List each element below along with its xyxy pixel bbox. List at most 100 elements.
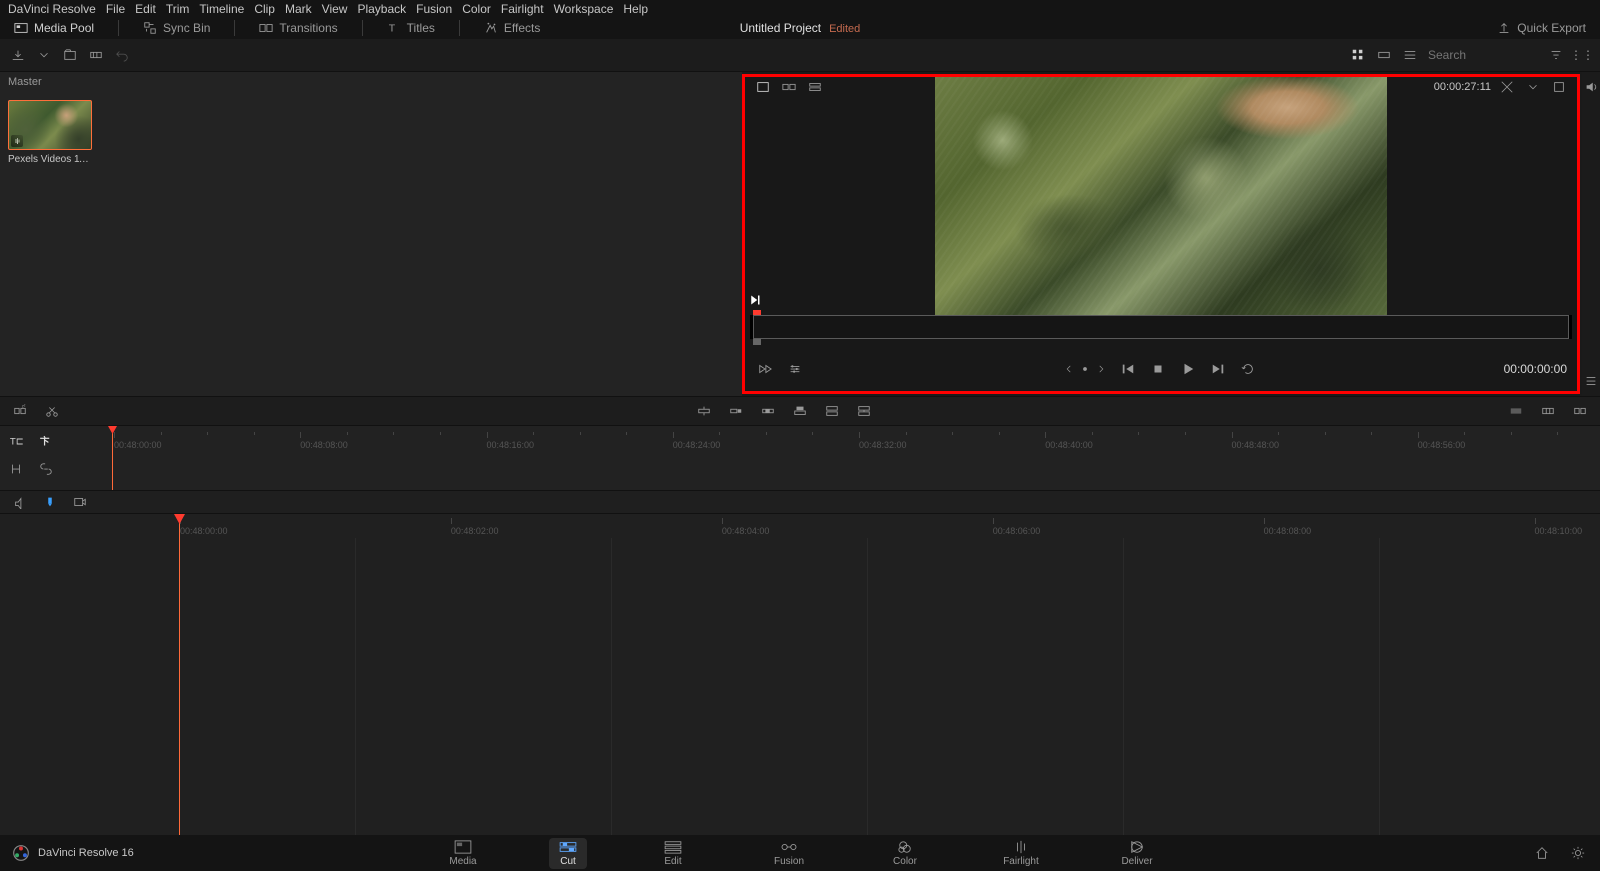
tools-settings-button[interactable] [785,360,805,378]
top-toolbar: Media Pool Sync Bin Transitions T Titles… [0,17,1600,39]
sync-bin-icon [143,21,157,35]
out-handle[interactable] [1569,315,1572,339]
timeline-options-button[interactable] [1581,372,1600,390]
menu-help[interactable]: Help [623,2,648,16]
play-button[interactable] [1178,360,1198,378]
clip-item[interactable]: Pexels Videos 116... [8,100,90,165]
menu-timeline[interactable]: Timeline [199,2,244,16]
home-button[interactable] [1532,844,1552,862]
titles-tab[interactable]: T Titles [381,19,441,37]
timeline[interactable]: 00:48:00:0000:48:02:0000:48:04:0000:48:0… [0,514,1600,866]
effects-tab[interactable]: Effects [478,19,546,37]
menu-fusion[interactable]: Fusion [416,2,452,16]
import-media-button[interactable] [8,46,28,64]
transitions-tab[interactable]: Transitions [253,19,343,37]
split-clip-button[interactable] [42,402,62,420]
jog-control[interactable] [1064,364,1106,374]
page-cut[interactable]: Cut [549,838,587,869]
snap-button[interactable] [6,460,26,478]
project-settings-button[interactable] [1568,844,1588,862]
viewer-canvas[interactable] [745,97,1577,311]
tl-tick: 00:48:08:00 [1264,518,1312,536]
menu-fairlight[interactable]: Fairlight [501,2,544,16]
go-end-button[interactable] [1208,360,1228,378]
clip-thumbnail[interactable] [8,100,92,150]
next-edit-icon[interactable] [749,294,761,309]
chevron-down-icon[interactable] [34,46,54,64]
video-only-button[interactable] [70,493,90,511]
page-media[interactable]: Media [433,840,493,867]
jog-left-icon[interactable] [1064,364,1074,374]
cut-transition-button[interactable] [1570,402,1590,420]
strip-view-button[interactable] [1374,46,1394,64]
audio-trim-toggle[interactable] [10,493,30,511]
viewer-chevron-down-icon[interactable] [1523,78,1543,96]
dissolve-button[interactable] [1506,402,1526,420]
expand-viewer-button[interactable] [1549,78,1569,96]
smooth-cut-button[interactable] [1538,402,1558,420]
page-edit[interactable]: Edit [643,840,703,867]
link-button[interactable] [36,460,56,478]
source-overwrite-button[interactable] [854,402,874,420]
stop-button[interactable] [1148,360,1168,378]
timeline-lock-button[interactable]: T⊏ [6,432,26,450]
go-start-button[interactable] [1118,360,1138,378]
scrub-playhead-out[interactable] [753,339,761,345]
edit-page-icon [664,840,682,854]
marker-button[interactable] [40,493,60,511]
fusion-page-icon [780,840,798,854]
menu-edit[interactable]: Edit [135,2,156,16]
thumbnail-view-button[interactable] [1348,46,1368,64]
page-deliver[interactable]: Deliver [1107,840,1167,867]
svg-text:T⊏: T⊏ [10,437,23,448]
timeline-free-button[interactable]: 卞 [36,432,56,450]
tl-tick: 00:48:06:00 [993,518,1041,536]
menu-bar[interactable]: DaVinci Resolve File Edit Trim Timeline Clip M… [0,0,1600,17]
boring-detector-button[interactable]: z² [10,402,30,420]
loop-button[interactable] [1238,360,1258,378]
search-input[interactable] [1426,47,1540,63]
close-up-button[interactable] [790,402,810,420]
menu-workspace[interactable]: Workspace [554,2,614,16]
source-clip-view-button[interactable] [753,78,773,96]
fast-review-button[interactable] [755,360,775,378]
place-on-top-button[interactable] [822,402,842,420]
undo-button[interactable] [112,46,132,64]
svg-text:z²: z² [22,404,26,409]
sort-button[interactable] [1546,46,1566,64]
safe-area-button[interactable] [1497,78,1517,96]
menu-davinci-resolve[interactable]: DaVinci Resolve [8,2,96,16]
in-handle[interactable] [750,315,753,339]
menu-file[interactable]: File [106,2,125,16]
menu-trim[interactable]: Trim [166,2,190,16]
page-fairlight[interactable]: Fairlight [991,840,1051,867]
resize-handle-icon[interactable]: ⋮⋮ [1572,46,1592,64]
brand-label: DaVinci Resolve 16 [38,847,134,859]
timeline-overview[interactable]: T⊏ 卞 00:48:00:0000:48:08:0000:48:16:0000… [0,426,1600,491]
scrub-bar[interactable] [753,315,1569,339]
quick-export-button[interactable]: Quick Export [1491,19,1592,37]
append-button[interactable] [726,402,746,420]
ripple-overwrite-button[interactable] [758,402,778,420]
media-pool-tab[interactable]: Media Pool [8,19,100,37]
menu-mark[interactable]: Mark [285,2,312,16]
overview-playhead[interactable] [112,430,113,490]
menu-clip[interactable]: Clip [254,2,275,16]
source-tape-view-button[interactable] [779,78,799,96]
smart-insert-button[interactable] [694,402,714,420]
new-timeline-button[interactable] [86,46,106,64]
new-bin-button[interactable] [60,46,80,64]
jog-right-icon[interactable] [1096,364,1106,374]
timeline-view-button[interactable] [805,78,825,96]
sync-bin-tab[interactable]: Sync Bin [137,19,216,37]
menu-view[interactable]: View [322,2,348,16]
page-fusion[interactable]: Fusion [759,840,819,867]
viewer-timecode[interactable]: 00:00:00:00 [1504,362,1567,376]
audio-mute-button[interactable] [1581,78,1600,96]
menu-playback[interactable]: Playback [357,2,406,16]
source-viewer: 00:00:27:11 Pexels Videos 1168716.mp4 [742,74,1580,394]
list-view-button[interactable] [1400,46,1420,64]
timeline-playhead[interactable] [179,516,180,866]
page-color[interactable]: Color [875,840,935,867]
menu-color[interactable]: Color [462,2,491,16]
